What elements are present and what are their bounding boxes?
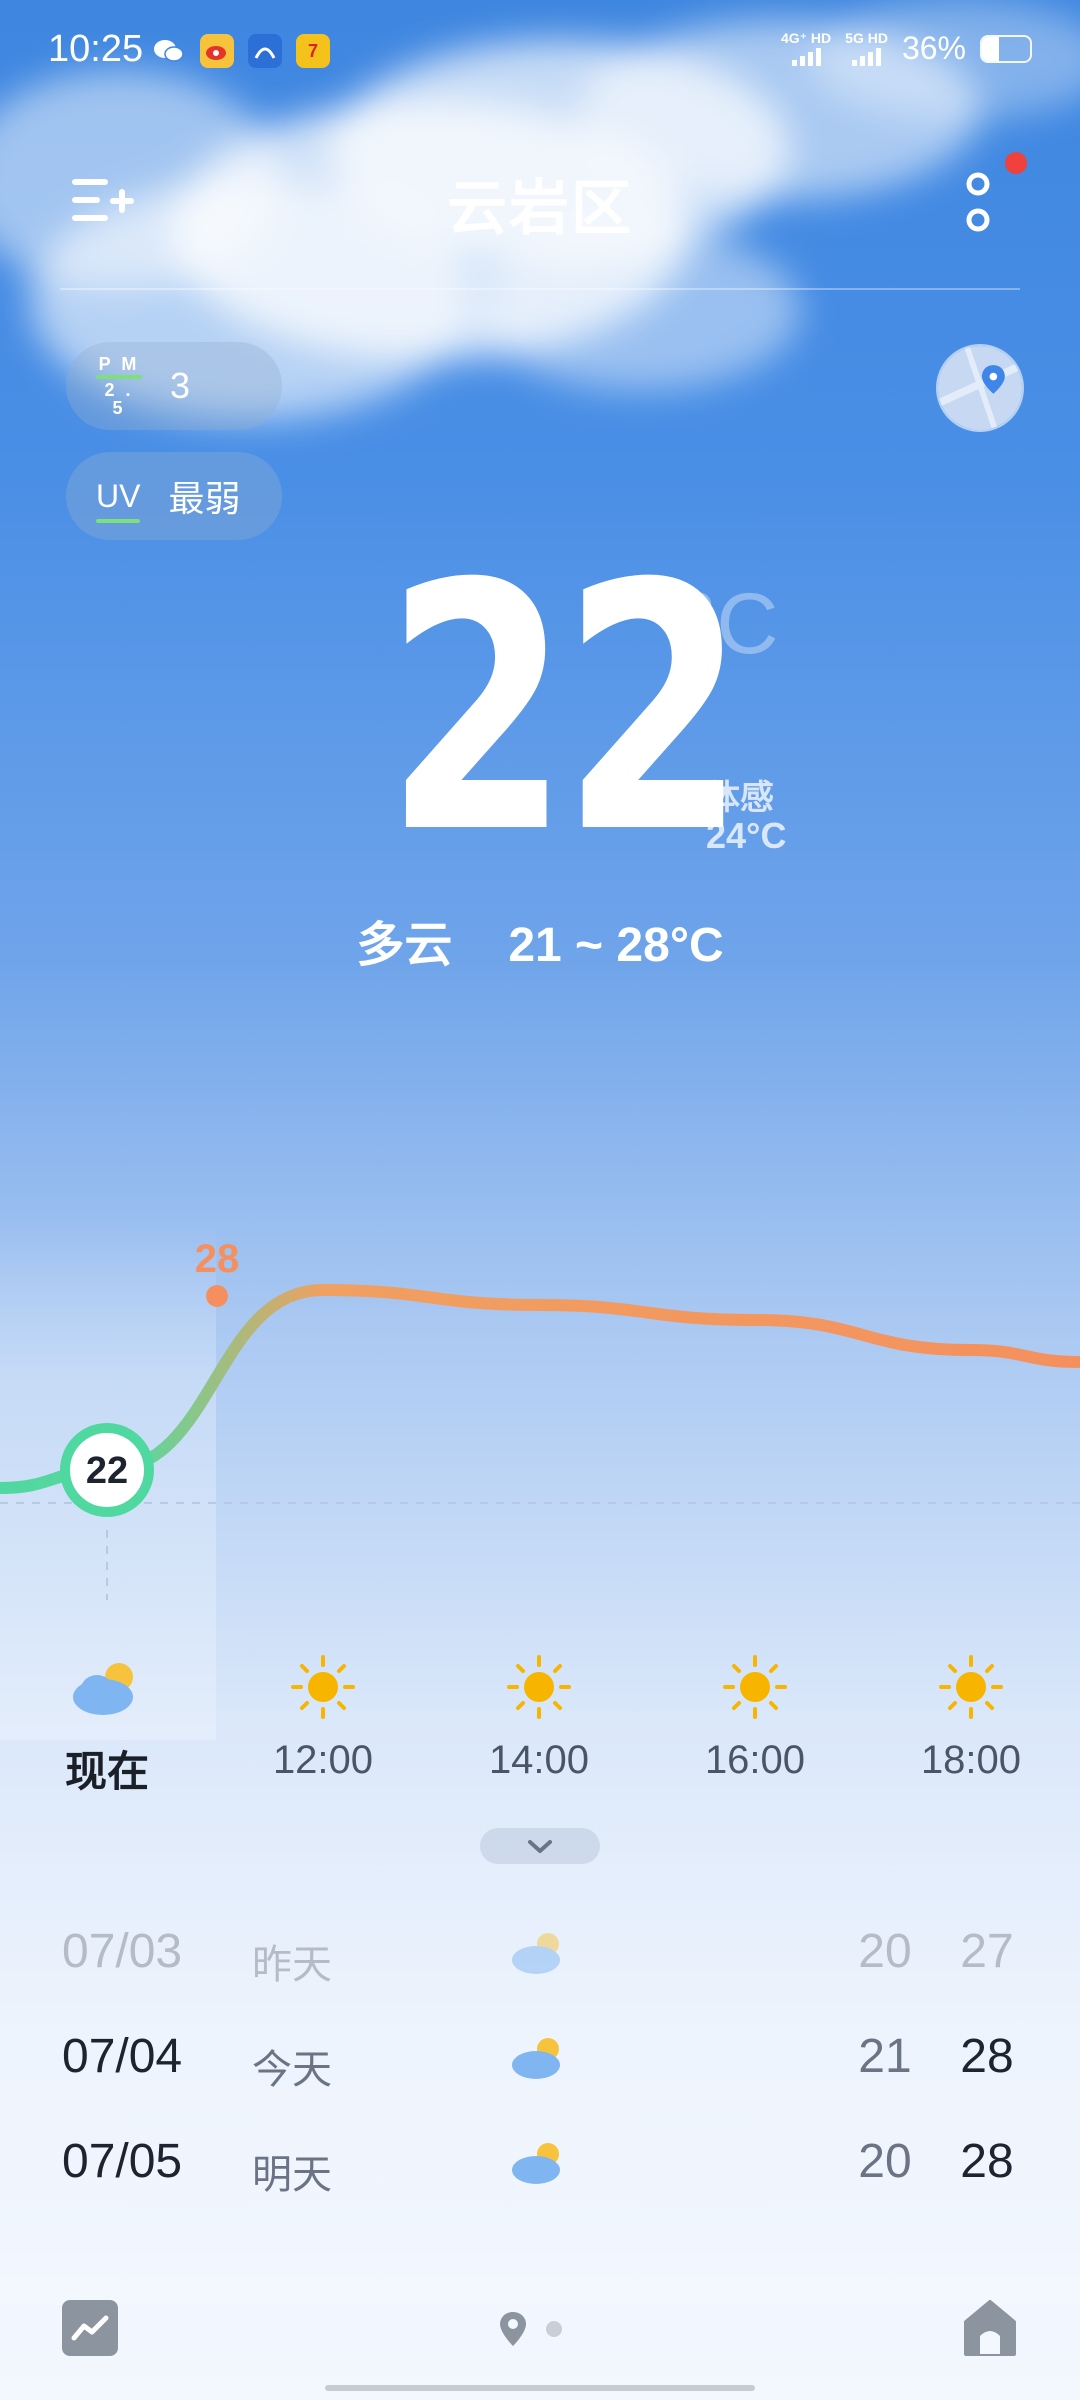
hour-label: 现在 (64, 1748, 149, 1795)
hour-label: 14:00 (488, 1738, 590, 1782)
notification-icons: 7 (152, 34, 330, 68)
daily-date: 07/04 (62, 2030, 183, 2083)
wechat-icon (152, 34, 186, 68)
page-indicator-dot[interactable] (546, 2321, 562, 2337)
daily-day: 今天 (252, 2048, 332, 2092)
condition-text: 多云 (356, 919, 453, 972)
scroll-fade (0, 2245, 1080, 2305)
location-page-icon[interactable] (498, 2310, 528, 2348)
hourly-temperature-chart: 28 22 (0, 1237, 1080, 1600)
hourly-forecast: 现在 12:00 14:00 16:00 18:00 (0, 1655, 1080, 1805)
partly-cloudy-icon (512, 2038, 560, 2079)
pm25-value: 3 (170, 365, 191, 406)
peak-label: 28 (195, 1237, 240, 1281)
notification-dot (1005, 152, 1027, 174)
trend-icon (71, 2315, 109, 2341)
daily-row-tomorrow[interactable]: 07/05 明天 20 28 (0, 2128, 1080, 2208)
app-icon-blue (248, 34, 282, 68)
daily-date: 07/05 (62, 2135, 183, 2188)
map-icon[interactable] (936, 344, 1024, 432)
home-indicator[interactable] (325, 2385, 755, 2391)
hour-item[interactable]: 18:00 (891, 1655, 1051, 1783)
chevron-down-icon (528, 1840, 552, 1853)
daily-high: 27 (960, 1925, 1014, 1978)
partly-cloudy-icon (512, 2143, 560, 2184)
status-time: 10:25 (48, 28, 144, 70)
sun-icon (507, 1655, 571, 1719)
hour-label: 16:00 (704, 1738, 806, 1782)
pm25-chip[interactable]: P M 2 . 5 3 (66, 342, 282, 430)
battery-percent: 36% (901, 30, 966, 66)
daily-high: 28 (960, 2135, 1014, 2188)
hour-label: 12:00 (272, 1738, 374, 1782)
home-icon[interactable] (962, 2298, 1018, 2358)
feels-like-value: 24°C (706, 815, 787, 856)
current-point-label: 22 (86, 1450, 128, 1492)
signal-5g: 5G HD (845, 31, 888, 66)
app-icon-yellow: 7 (296, 34, 330, 68)
status-bar: 10:25 7 4G⁺ HD 5G HD 36% (0, 0, 1080, 100)
daily-low: 20 (858, 1925, 912, 1978)
daily-high: 28 (960, 2030, 1014, 2083)
sun-icon (291, 1655, 355, 1719)
uv-label: UV (96, 478, 141, 523)
pm25-label: P M 2 . 5 (96, 355, 142, 417)
sun-icon (939, 1655, 1003, 1719)
battery-icon (980, 34, 1032, 63)
uv-chip[interactable]: UV 最弱 (66, 452, 282, 540)
city-title[interactable]: 云岩区 (0, 160, 1080, 247)
temperature-range: 21 ~ 28°C (508, 919, 724, 972)
sun-icon (723, 1655, 787, 1719)
signal-4g: 4G⁺ HD (781, 31, 831, 66)
partly-cloudy-icon (73, 1663, 133, 1715)
header-divider (60, 288, 1020, 290)
hour-item[interactable]: 16:00 (675, 1655, 835, 1783)
condition-row: 多云 21 ~ 28°C (0, 905, 1080, 975)
feels-like-label: 体感 (706, 779, 774, 817)
temperature-line (0, 1283, 1080, 1494)
hour-label: 18:00 (920, 1738, 1022, 1782)
daily-low: 20 (858, 2135, 912, 2188)
daily-low: 21 (858, 2030, 912, 2083)
daily-row-yesterday[interactable]: 07/03 昨天 20 27 (0, 1918, 1080, 1998)
daily-day: 昨天 (252, 1943, 332, 1987)
peak-point (206, 1285, 228, 1307)
trend-chart-button[interactable] (62, 2300, 118, 2356)
daily-day: 明天 (252, 2153, 332, 2197)
daily-row-today[interactable]: 07/04 今天 21 28 (0, 2023, 1080, 2103)
partly-cloudy-icon (512, 1933, 560, 1974)
more-options-icon[interactable] (958, 170, 998, 240)
daily-date: 07/03 (62, 1925, 183, 1978)
uv-value: 最弱 (168, 478, 241, 519)
status-right: 4G⁺ HD 5G HD 36% (781, 30, 1032, 67)
expand-forecast-button[interactable] (480, 1828, 600, 1864)
weibo-icon (200, 34, 234, 68)
temperature-unit: °C (682, 576, 779, 672)
hour-item[interactable]: 14:00 (459, 1655, 619, 1783)
hour-item-now[interactable]: 现在 (27, 1655, 187, 1799)
hour-item[interactable]: 12:00 (243, 1655, 403, 1783)
